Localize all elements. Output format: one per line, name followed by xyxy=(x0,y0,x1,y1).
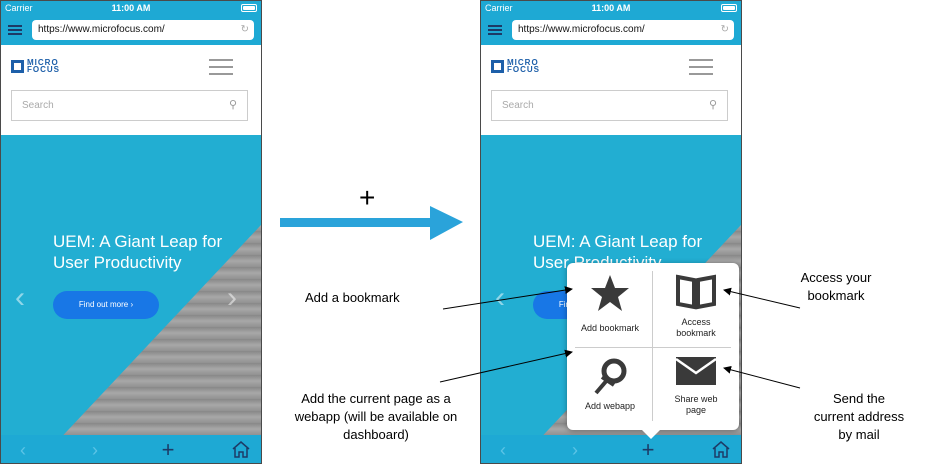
annotation-send-mail: Send the current address by mail xyxy=(813,391,905,442)
annotation-add-webapp: Add the current page as a webapp (will b… xyxy=(294,391,458,442)
annotation-access-bookmark: Access your bookmark xyxy=(800,270,872,303)
annotation-pointers xyxy=(439,286,801,389)
annotation-add-bookmark: Add a bookmark xyxy=(305,290,400,305)
